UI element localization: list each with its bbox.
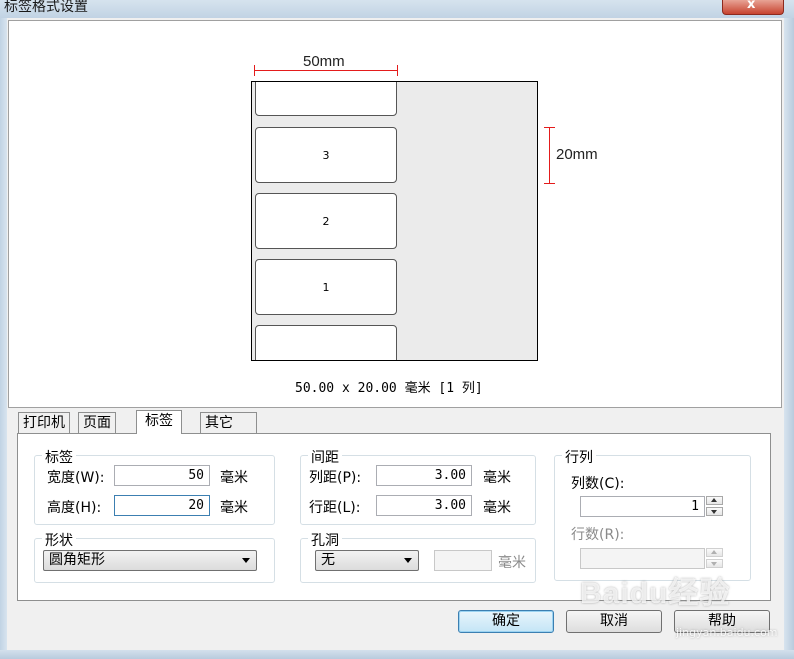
group-title: 孔洞	[308, 530, 342, 550]
label-height-input[interactable]: 20	[114, 495, 210, 516]
label-number: 1	[322, 280, 330, 294]
tab-label-settings[interactable]: 标签	[136, 410, 182, 434]
column-spacing-input[interactable]: 3.00	[376, 465, 472, 486]
width-dimension-label: 50mm	[303, 53, 345, 70]
caret-up-icon	[711, 498, 717, 502]
columns-input[interactable]: 1	[580, 496, 705, 517]
tab-label: 标签	[145, 413, 173, 429]
label-partial-bottom	[255, 325, 397, 360]
group-title: 形状	[42, 530, 76, 550]
shape-select[interactable]: 圆角矩形	[43, 550, 257, 571]
height-dimension-label: 20mm	[556, 146, 598, 163]
cancel-button[interactable]: 取消	[566, 610, 662, 633]
row-spacing-unit: 毫米	[483, 500, 511, 516]
ok-button[interactable]: 确定	[458, 610, 554, 633]
group-title: 标签	[42, 447, 76, 467]
height-dimension-tick-bottom	[544, 183, 555, 184]
row-spacing-label: 行距(L):	[309, 500, 361, 516]
baidu-watermark-url: jingyan.baidu.com	[676, 626, 778, 639]
shape-select-value: 圆角矩形	[49, 552, 105, 568]
width-dimension-tick-left	[254, 65, 255, 76]
caret-down-icon	[711, 562, 717, 566]
label-width-input[interactable]: 50	[114, 465, 210, 486]
height-dimension-line	[549, 127, 550, 183]
hole-size-unit: 毫米	[498, 555, 526, 571]
chevron-down-icon	[404, 558, 412, 563]
label-2: 2	[255, 193, 397, 249]
columns-spin-up[interactable]	[706, 496, 723, 505]
group-title: 行列	[562, 447, 596, 467]
close-button[interactable]: x	[722, 0, 784, 15]
height-unit: 毫米	[220, 500, 248, 516]
width-unit: 毫米	[220, 470, 248, 486]
label-number: 3	[322, 148, 330, 162]
window-border-left	[0, 18, 7, 659]
rows-label: 行数(R):	[571, 527, 625, 543]
baidu-watermark: Baidu经验	[580, 577, 731, 610]
caret-down-icon	[711, 510, 717, 514]
tab-page[interactable]: 页面	[78, 412, 116, 434]
height-label: 高度(H):	[47, 500, 102, 516]
tab-printer[interactable]: 打印机	[18, 412, 70, 434]
label-partial-top	[255, 82, 397, 116]
columns-label: 列数(C):	[571, 476, 625, 492]
close-icon: x	[747, 0, 756, 12]
label-3: 3	[255, 127, 397, 183]
window-border-right	[784, 18, 794, 659]
chevron-down-icon	[242, 558, 250, 563]
label-number: 2	[322, 214, 330, 228]
rows-spin-down[interactable]	[706, 559, 723, 568]
width-dimension-line	[255, 70, 397, 71]
window-title: 标签格式设置	[4, 0, 88, 15]
column-spacing-label: 列距(P):	[309, 470, 362, 486]
window-border-bottom	[0, 650, 794, 659]
tab-label: 其它	[205, 415, 233, 431]
caret-up-icon	[711, 550, 717, 554]
tab-other[interactable]: 其它	[200, 412, 257, 434]
hole-size-input[interactable]	[434, 550, 492, 571]
tab-label: 页面	[83, 415, 111, 431]
group-title: 间距	[308, 447, 342, 467]
rows-input[interactable]	[580, 548, 705, 569]
hole-select[interactable]: 无	[315, 550, 419, 571]
width-label: 宽度(W):	[47, 470, 105, 486]
hole-select-value: 无	[321, 552, 335, 568]
label-1: 1	[255, 259, 397, 315]
title-bar: 标签格式设置 x	[0, 0, 794, 18]
column-spacing-unit: 毫米	[483, 470, 511, 486]
label-size-summary: 50.00 x 20.00 毫米 [1 列]	[295, 381, 483, 396]
tab-label: 打印机	[23, 415, 65, 431]
paper-sheet: 3 2 1	[251, 81, 538, 361]
width-dimension-tick-right	[397, 65, 398, 76]
rows-spin-up[interactable]	[706, 548, 723, 557]
columns-spin-down[interactable]	[706, 507, 723, 516]
row-spacing-input[interactable]: 3.00	[376, 495, 472, 516]
height-dimension-tick-top	[544, 127, 555, 128]
